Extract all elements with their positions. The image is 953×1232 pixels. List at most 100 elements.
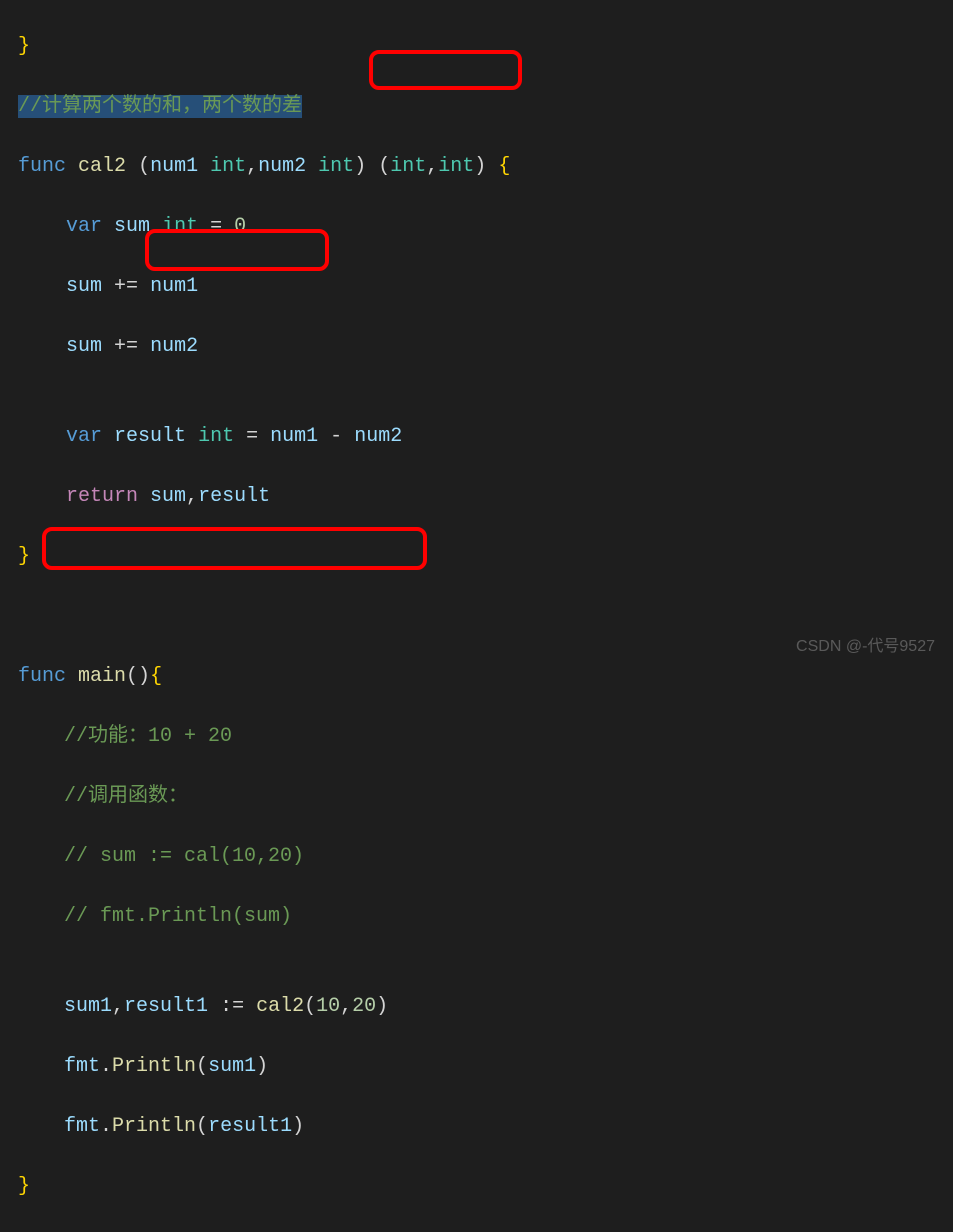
- paren-close: ): [474, 155, 486, 178]
- sp: [306, 155, 318, 178]
- identifier: num2: [354, 425, 402, 448]
- paren-close: ): [354, 155, 366, 178]
- func-call: Println: [112, 1115, 196, 1138]
- identifier: result: [114, 425, 186, 448]
- code-line: }: [18, 32, 953, 62]
- identifier: result: [198, 485, 270, 508]
- keyword-var: var: [66, 425, 102, 448]
- type: int: [210, 155, 246, 178]
- comma: ,: [340, 995, 352, 1018]
- sp: [138, 275, 150, 298]
- comma: ,: [112, 995, 124, 1018]
- param: num2: [258, 155, 306, 178]
- paren-close: ): [256, 1055, 268, 1078]
- paren-open: (: [196, 1055, 208, 1078]
- identifier: result1: [208, 1115, 292, 1138]
- dot: .: [100, 1115, 112, 1138]
- code-line: func main(){: [18, 662, 953, 692]
- keyword-var: var: [66, 215, 102, 238]
- func-call: cal2: [256, 995, 304, 1018]
- identifier: result1: [124, 995, 208, 1018]
- sp: [198, 215, 210, 238]
- operator: +=: [114, 275, 138, 298]
- type: int: [438, 155, 474, 178]
- paren: (): [126, 665, 150, 688]
- brace: {: [498, 155, 510, 178]
- keyword-return: return: [66, 485, 138, 508]
- identifier: num1: [150, 275, 198, 298]
- operator: =: [246, 425, 258, 448]
- sp: [222, 215, 234, 238]
- type: int: [162, 215, 198, 238]
- param: num1: [150, 155, 198, 178]
- brace: {: [150, 665, 162, 688]
- sp: [258, 425, 270, 448]
- type: int: [390, 155, 426, 178]
- code-line: var result int = num1 - num2: [18, 422, 953, 452]
- paren-close: ): [376, 995, 388, 1018]
- sp: [234, 425, 246, 448]
- identifier: fmt: [64, 1055, 100, 1078]
- code-line: return sum,result: [18, 482, 953, 512]
- identifier: sum: [114, 215, 150, 238]
- paren-open: (: [196, 1115, 208, 1138]
- code-line: }: [18, 1172, 953, 1202]
- comment: //功能：10 + 20: [64, 725, 232, 748]
- watermark: CSDN @-代号9527: [796, 632, 935, 662]
- operator: +=: [114, 335, 138, 358]
- sp: [318, 425, 330, 448]
- brace: }: [18, 545, 30, 568]
- code-line: fmt.Println(result1): [18, 1112, 953, 1142]
- code-line: // fmt.Println(sum): [18, 902, 953, 932]
- code-line: // sum := cal(10,20): [18, 842, 953, 872]
- sp: [342, 425, 354, 448]
- sp: [150, 215, 162, 238]
- comment: //调用函数：: [64, 785, 188, 808]
- code-line: //功能：10 + 20: [18, 722, 953, 752]
- sp: [102, 275, 114, 298]
- identifier: fmt: [64, 1115, 100, 1138]
- code-line: sum1,result1 := cal2(10,20): [18, 992, 953, 1022]
- dot: .: [100, 1055, 112, 1078]
- code-line: //计算两个数的和，两个数的差: [18, 92, 953, 122]
- sp: [208, 995, 220, 1018]
- identifier: sum: [66, 275, 102, 298]
- sp: [186, 425, 198, 448]
- code-block: } //计算两个数的和，两个数的差 func cal2 (num1 int,nu…: [0, 0, 953, 1232]
- code-line: func cal2 (num1 int,num2 int) (int,int) …: [18, 152, 953, 182]
- identifier: sum1: [208, 1055, 256, 1078]
- code-line: //调用函数：: [18, 782, 953, 812]
- identifier: sum: [150, 485, 186, 508]
- identifier: num2: [150, 335, 198, 358]
- keyword-func: func: [18, 665, 66, 688]
- sp: [486, 155, 498, 178]
- func-name: main: [78, 665, 126, 688]
- type: int: [198, 425, 234, 448]
- operator: -: [330, 425, 342, 448]
- code-line: var sum int = 0: [18, 212, 953, 242]
- comment: //计算两个数的和，两个数的差: [18, 95, 302, 118]
- sp: [138, 485, 150, 508]
- sp: [366, 155, 378, 178]
- brace: }: [18, 1175, 30, 1198]
- brace: }: [18, 35, 30, 58]
- comma: ,: [426, 155, 438, 178]
- identifier: sum: [66, 335, 102, 358]
- sp: [102, 335, 114, 358]
- func-call: Println: [112, 1055, 196, 1078]
- sp: [126, 155, 138, 178]
- comma: ,: [186, 485, 198, 508]
- sp: [66, 155, 78, 178]
- sp: [66, 665, 78, 688]
- paren-close: ): [292, 1115, 304, 1138]
- code-line: }: [18, 542, 953, 572]
- code-line: sum += num2: [18, 332, 953, 362]
- paren-open: (: [138, 155, 150, 178]
- sp: [102, 215, 114, 238]
- paren-open: (: [304, 995, 316, 1018]
- comment: // fmt.Println(sum): [64, 905, 292, 928]
- code-line: fmt.Println(sum1): [18, 1052, 953, 1082]
- code-line: sum += num1: [18, 272, 953, 302]
- sp: [198, 155, 210, 178]
- type: int: [318, 155, 354, 178]
